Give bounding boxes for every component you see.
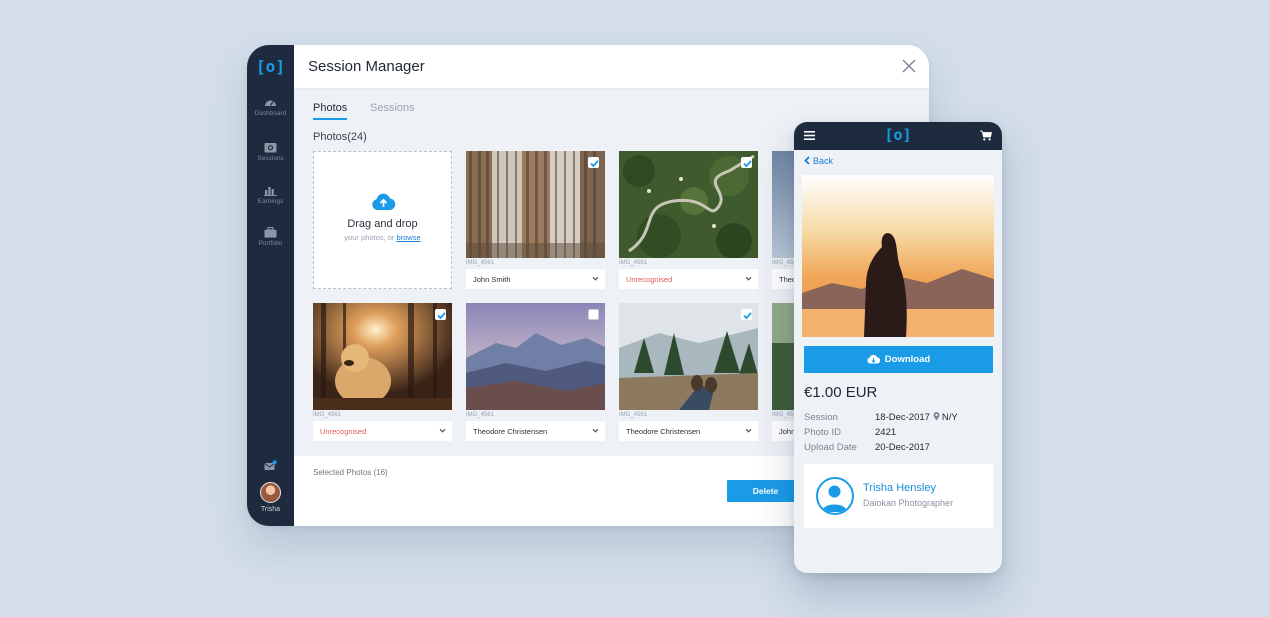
photographer-role: Daiokan Photographer — [863, 498, 954, 508]
close-icon — [902, 59, 916, 73]
photo-filename: IMG_4561 — [619, 412, 648, 418]
assignee-select[interactable]: Unrecognised — [313, 421, 452, 441]
download-button[interactable]: Download — [804, 346, 993, 373]
photo-checkbox[interactable] — [741, 157, 752, 168]
selected-count: Selected Photos (16) — [313, 468, 388, 477]
detail-label: Photo ID — [804, 427, 841, 438]
chevron-down-icon — [592, 428, 599, 433]
photo-filename: IMG_4561 — [619, 260, 648, 266]
photos-heading: Photos(24) — [313, 131, 367, 143]
user-avatar[interactable] — [260, 482, 281, 503]
detail-value: 18-Dec-2017 N/Y — [875, 412, 958, 423]
photographer-avatar — [816, 477, 854, 515]
close-button[interactable] — [901, 58, 917, 74]
notifications-button[interactable] — [264, 458, 277, 476]
sidebar-item-dashboard[interactable]: Dashboard — [247, 97, 294, 117]
mobile-photo-detail: [o] Back Download €1.00 EUR Session 18-D… — [794, 122, 1002, 573]
checkmark-icon — [590, 160, 599, 168]
location-pin-icon — [933, 412, 940, 421]
dropzone-subtitle-text: your photos, or — [344, 233, 395, 242]
cloud-download-icon — [867, 354, 880, 364]
earnings-icon — [264, 187, 277, 196]
photo-filename: IMG_4561 — [313, 412, 342, 418]
detail-label: Session — [804, 412, 838, 423]
photo-thumbnail[interactable] — [619, 303, 758, 410]
checkmark-icon — [437, 312, 446, 320]
assignee-value: John Smith — [473, 275, 511, 284]
chevron-down-icon — [745, 276, 752, 281]
photo-filename: IMG_4561 — [466, 260, 495, 266]
sidebar-item-label: Dashboard — [254, 110, 287, 117]
assignee-select[interactable]: Theodore Christensen — [619, 421, 758, 441]
photographer-card[interactable]: Trisha Hensley Daiokan Photographer — [804, 464, 993, 528]
photo-thumbnail[interactable] — [619, 151, 758, 258]
delete-button[interactable]: Delete — [727, 480, 804, 502]
chevron-down-icon — [745, 428, 752, 433]
cart-icon[interactable] — [980, 130, 992, 141]
photo-price: €1.00 EUR — [804, 384, 878, 401]
assignee-value: John — [779, 427, 796, 436]
detail-value: 2421 — [875, 427, 897, 438]
photo-thumbnail[interactable] — [466, 303, 605, 410]
photo-checkbox[interactable] — [588, 309, 599, 320]
assignee-select[interactable]: Theodore Christensen — [466, 421, 605, 441]
chevron-down-icon — [592, 276, 599, 281]
photo-thumbnail[interactable] — [313, 303, 452, 410]
back-link[interactable]: Back — [804, 156, 833, 166]
app-logo[interactable]: [o] — [247, 57, 294, 76]
sidebar-item-label: Earnings — [257, 198, 284, 205]
photo-thumbnail[interactable] — [466, 151, 605, 258]
photographer-name[interactable]: Trisha Hensley — [863, 482, 936, 494]
dashboard-icon — [265, 100, 276, 106]
portfolio-icon — [264, 227, 277, 238]
tab-sessions[interactable]: Sessions — [370, 102, 415, 114]
assignee-value: Theodore Christensen — [473, 427, 548, 436]
mobile-top-bar: [o] — [794, 122, 1002, 150]
detail-value: 20-Dec-2017 — [875, 442, 930, 453]
photo-checkbox[interactable] — [435, 309, 446, 320]
chevron-left-icon — [804, 156, 810, 165]
sidebar-item-earnings[interactable]: Earnings — [247, 185, 294, 205]
session-location: N/Y — [941, 412, 958, 423]
assignee-value: Theodore Christensen — [626, 427, 701, 436]
mail-icon — [264, 460, 277, 470]
sidebar-item-sessions[interactable]: Sessions — [247, 142, 294, 162]
cloud-upload-icon — [372, 193, 396, 210]
chevron-down-icon — [439, 428, 446, 433]
detail-label: Upload Date — [804, 442, 857, 453]
mobile-logo[interactable]: [o] — [794, 126, 1002, 144]
assignee-select[interactable]: John Smith — [466, 269, 605, 289]
browse-link[interactable]: browse — [396, 233, 420, 242]
assignee-select[interactable]: Unrecognised — [619, 269, 758, 289]
sidebar: [o] Dashboard Sessions Earnings Portfoli… — [247, 45, 294, 526]
title-bar: Session Manager — [294, 45, 929, 89]
tab-photos[interactable]: Photos — [313, 102, 348, 120]
sidebar-item-label: Sessions — [257, 155, 284, 162]
photo-checkbox[interactable] — [741, 309, 752, 320]
sidebar-item-portfolio[interactable]: Portfolio — [247, 227, 294, 247]
session-date: 18-Dec-2017 — [875, 412, 930, 423]
download-label: Download — [884, 354, 931, 365]
window-title: Session Manager — [308, 58, 425, 75]
photo-preview[interactable] — [802, 175, 994, 337]
sessions-icon — [264, 143, 277, 153]
back-label: Back — [813, 156, 834, 166]
user-icon — [822, 485, 847, 512]
upload-dropzone[interactable]: Drag and drop your photos, or browse — [313, 151, 452, 289]
user-name: Trisha — [260, 506, 281, 513]
sidebar-item-label: Portfolio — [258, 240, 283, 247]
assignee-value: Unrecognised — [626, 275, 673, 284]
checkmark-icon — [743, 312, 752, 320]
assignee-value: Unrecognised — [320, 427, 367, 436]
checkmark-icon — [743, 160, 752, 168]
dropzone-subtitle: your photos, or browse — [314, 233, 451, 242]
dropzone-title: Drag and drop — [347, 218, 418, 230]
photo-filename: IMG_4561 — [466, 412, 495, 418]
photo-checkbox[interactable] — [588, 157, 599, 168]
